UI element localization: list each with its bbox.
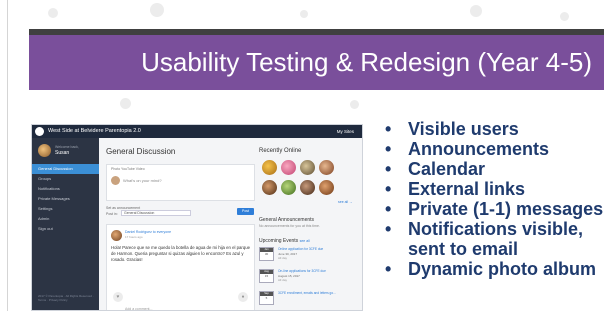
post-in-select: General Discussion bbox=[121, 210, 191, 216]
calendar-icon: Aug 15 bbox=[259, 269, 274, 283]
post-author: Daniel Rodriguez to everyone bbox=[125, 230, 172, 234]
upcoming-events-heading: Upcoming Events see all bbox=[259, 238, 310, 244]
sidebar-item-settings: Settings bbox=[38, 206, 53, 211]
post-body: Hola! Parece que se me quedo la botella … bbox=[111, 245, 251, 262]
bullet-text: Private (1-1) messages bbox=[408, 199, 604, 219]
bullet-marker: • bbox=[385, 199, 392, 219]
avatar bbox=[111, 230, 122, 241]
bullet-text: External links bbox=[408, 179, 526, 199]
composer-placeholder: What's on your mind? bbox=[123, 178, 162, 183]
calendar-icon: Sep 5 bbox=[259, 291, 274, 305]
decor-dot bbox=[48, 8, 58, 18]
app-logo-icon bbox=[35, 127, 44, 136]
avatar bbox=[281, 180, 296, 195]
bullet-text: Visible users bbox=[408, 119, 519, 139]
bullet-marker: • bbox=[385, 179, 392, 199]
add-comment-input: Add a comment... bbox=[125, 307, 153, 311]
user-name: Susan bbox=[55, 150, 70, 156]
sidebar-item-sign-out: Sign out bbox=[38, 226, 53, 231]
event-title: Online application for 3CFE due bbox=[278, 247, 324, 251]
comment-icon: ● bbox=[238, 292, 248, 302]
sidebar-footer: 2017 © Parentopia · All Rights Reserved … bbox=[38, 294, 94, 302]
site-name: West Side at Belvidere Parentopia 2.0 bbox=[48, 128, 141, 134]
sidebar-item-admin: Admin bbox=[38, 216, 50, 221]
upcoming-events-label: Upcoming Events bbox=[259, 238, 299, 244]
app-screenshot: West Side at Belvidere Parentopia 2.0 My… bbox=[31, 124, 363, 311]
avatar bbox=[111, 176, 120, 185]
slide: Usability Testing & Redesign (Year 4-5) … bbox=[0, 0, 604, 311]
no-announcements-text: No announcements for you at this time. bbox=[259, 224, 320, 228]
bullet-marker: • bbox=[385, 119, 392, 139]
app-topbar: West Side at Belvidere Parentopia 2.0 My… bbox=[32, 125, 362, 138]
event-day: 15 bbox=[264, 274, 269, 278]
sidebar-item-notifications: Notifications bbox=[38, 186, 60, 191]
composer-tabs: Photo YouTube Video bbox=[111, 167, 145, 171]
bullet-item: • Calendar bbox=[384, 159, 604, 179]
bullet-marker: • bbox=[385, 159, 392, 179]
bullet-item: • Notifications visible, sent to email bbox=[384, 219, 604, 259]
event-time: All day bbox=[278, 278, 288, 282]
recently-online-heading: Recently Online bbox=[259, 148, 302, 154]
heart-icon: ♥ bbox=[113, 292, 123, 302]
post-time: 17 hours ago bbox=[125, 235, 143, 239]
decor-dot bbox=[300, 10, 308, 18]
slide-title: Usability Testing & Redesign (Year 4-5) bbox=[141, 47, 592, 77]
event-item: Aug 15 On-line applications for 3CFE due … bbox=[259, 268, 359, 286]
discussion-post: Daniel Rodriguez to everyone 17 hours ag… bbox=[106, 224, 255, 311]
decor-dot bbox=[120, 98, 131, 109]
bullet-item: • Visible users bbox=[384, 119, 604, 139]
event-item: Sep 5 3CFE enrollment, emails and letters… bbox=[259, 290, 359, 308]
decor-dot bbox=[470, 5, 482, 17]
avatar bbox=[281, 160, 296, 175]
bullet-item: • Private (1-1) messages bbox=[384, 199, 604, 219]
avatar bbox=[300, 160, 315, 175]
bullet-item: • Announcements bbox=[384, 139, 604, 159]
upcoming-see-all-link: see all bbox=[299, 239, 310, 243]
welcome-text: Welcome back, bbox=[55, 145, 79, 149]
event-item: Jun 30 Online application for 3CFE due Ju… bbox=[259, 246, 359, 264]
bullet-text: Announcements bbox=[408, 139, 550, 159]
decor-dot bbox=[150, 3, 164, 17]
event-title: 3CFE enrollment, emails and letters go..… bbox=[278, 291, 336, 295]
sidebar-profile: Welcome back, Susan bbox=[32, 138, 99, 164]
decor-dot bbox=[350, 100, 359, 109]
calendar-icon: Jun 30 bbox=[259, 247, 274, 261]
bullet-text: Notifications visible, sent to email bbox=[408, 219, 584, 259]
feature-bullet-list: • Visible users • Announcements • Calendar … bbox=[384, 119, 604, 279]
event-day: 30 bbox=[264, 252, 269, 256]
decor-dot bbox=[560, 12, 569, 21]
page-title: General Discussion bbox=[106, 147, 176, 156]
app-main: General Discussion Photo YouTube Video W… bbox=[104, 142, 360, 311]
sidebar-item-groups: Groups bbox=[38, 176, 52, 181]
bullet-marker: • bbox=[385, 219, 392, 239]
post-button: Post bbox=[237, 208, 254, 215]
title-band: Usability Testing & Redesign (Year 4-5) bbox=[29, 35, 604, 90]
bullet-marker: • bbox=[385, 259, 392, 279]
bullet-item: • External links bbox=[384, 179, 604, 199]
sidebar-item-private-messages: Private Messages bbox=[38, 196, 70, 201]
avatar bbox=[319, 180, 334, 195]
bullet-item: • Dynamic photo album bbox=[384, 259, 604, 279]
event-title: On-line applications for 3CFE due bbox=[278, 269, 326, 273]
my-sites-menu: My Sites bbox=[336, 129, 354, 134]
post-composer: Photo YouTube Video What's on your mind? bbox=[106, 164, 255, 201]
app-sidebar: Welcome back, Susan General Discussion G… bbox=[32, 138, 99, 310]
sidebar-item-general-discussion: General Discussion bbox=[32, 164, 99, 174]
avatar bbox=[300, 180, 315, 195]
bullet-text: Calendar bbox=[408, 159, 486, 179]
see-all-link: see all → bbox=[338, 200, 353, 204]
avatar bbox=[262, 180, 277, 195]
avatar bbox=[319, 160, 334, 175]
post-in-label: Post in: bbox=[106, 212, 118, 216]
event-day: 5 bbox=[265, 296, 268, 300]
event-time: All day bbox=[278, 256, 288, 260]
avatar bbox=[38, 144, 51, 157]
left-margin-line bbox=[7, 0, 8, 311]
avatar bbox=[262, 160, 277, 175]
general-announcements-heading: General Announcements bbox=[259, 217, 315, 223]
bullet-marker: • bbox=[385, 139, 392, 159]
bullet-text: Dynamic photo album bbox=[408, 259, 597, 279]
